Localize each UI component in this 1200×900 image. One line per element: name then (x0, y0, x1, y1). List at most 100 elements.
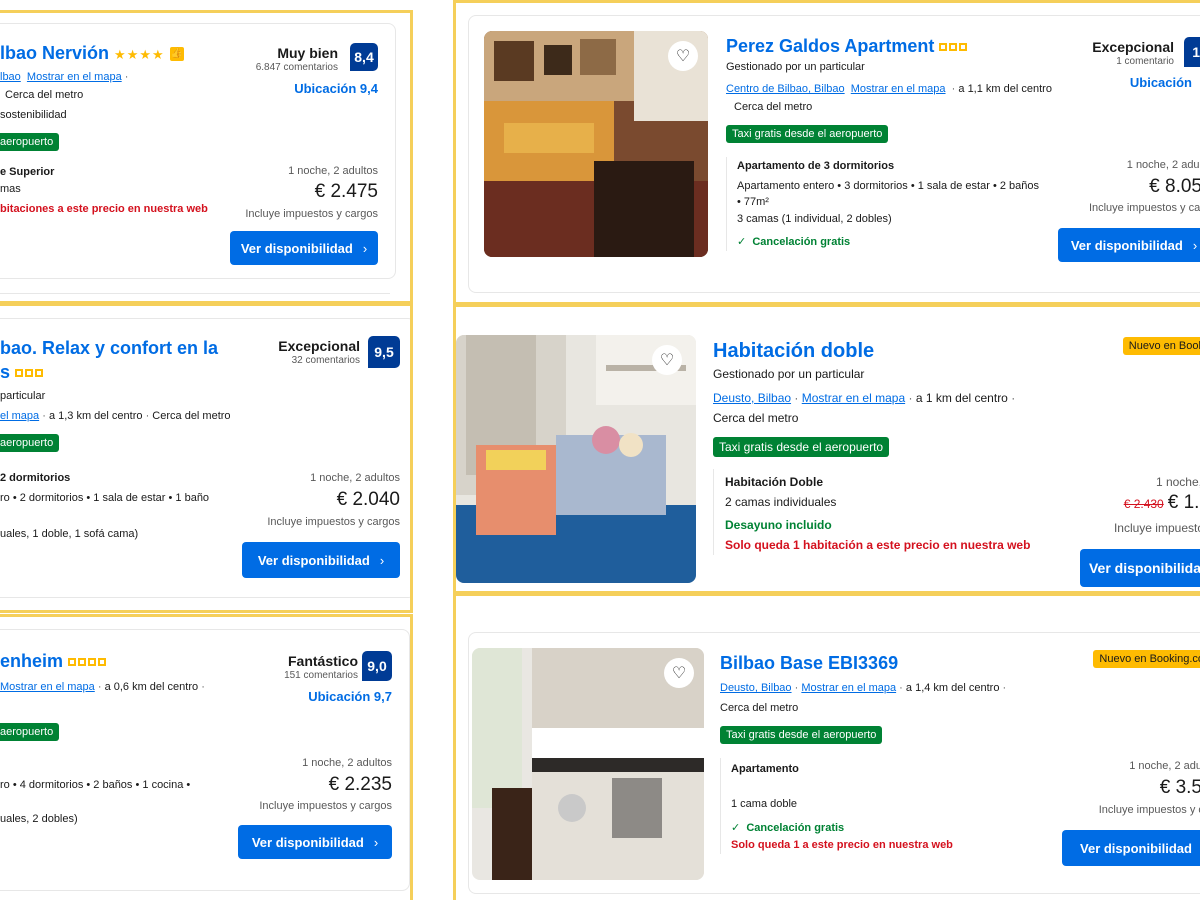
property-photo[interactable]: ♡ (472, 648, 704, 880)
map-link[interactable]: Mostrar en el mapa (802, 391, 905, 405)
availability-button[interactable]: Ver disponibilidad (1062, 830, 1200, 866)
nights-info: 1 noche, 2 adul (1126, 159, 1200, 171)
review-score: 9,5 (368, 336, 400, 368)
availability-button[interactable]: Ver disponibilidad › (242, 542, 400, 578)
room-detail: ro • 4 dormitorios • 2 baños • 1 cocina … (0, 779, 191, 791)
nights-info: 1 noche, 2 adultos (288, 165, 378, 177)
property-photo[interactable]: ♡ (484, 31, 708, 257)
listing-panel-3: enheim Mostrar en el mapa · a 0,6 km del… (0, 614, 413, 900)
apartment-rating-square (25, 369, 34, 378)
heart-icon[interactable]: ♡ (652, 345, 682, 375)
location-links: el mapa · a 1,3 km del centro · Cerca de… (0, 410, 231, 422)
taxes-note: Incluye impuestos y ca (1098, 804, 1200, 816)
city-link[interactable]: Deusto, Bilbao (713, 391, 791, 405)
scarcity-text: bitaciones a este precio en nuestra web (0, 203, 208, 215)
hotel-title[interactable]: Perez Galdos Apartment (726, 36, 969, 57)
heart-icon[interactable]: ♡ (668, 41, 698, 71)
chevron-right-icon: › (373, 834, 379, 850)
location-links: Mostrar en el mapa · a 0,6 km del centro… (0, 681, 205, 693)
map-link[interactable]: Mostrar en el mapa (801, 682, 896, 694)
availability-button[interactable]: Ver disponibilidad › (1058, 228, 1200, 262)
location-links: Deusto, Bilbao · Mostrar en el mapa · a … (713, 391, 1016, 405)
taxi-badge: Taxi gratis desde el aeropuerto (726, 125, 889, 143)
apartment-rating-square (949, 43, 958, 52)
hotel-title[interactable]: Habitación doble (713, 340, 874, 363)
heart-icon[interactable]: ♡ (664, 658, 694, 688)
city-link[interactable]: lbao (0, 71, 21, 83)
metro-text: Cerca del metro (5, 89, 84, 101)
room-name: Habitación Doble (725, 475, 824, 489)
host-text: Gestionado por un particular (726, 61, 865, 73)
location-links: Centro de Bilbao, Bilbao Mostrar en el m… (726, 83, 1052, 95)
chevron-right-icon: › (379, 552, 385, 568)
room-name: Apartamento (731, 763, 799, 775)
chevron-right-icon: › (1192, 237, 1198, 253)
availability-button[interactable]: Ver disponibilidad › (238, 825, 392, 859)
hotel-title-line2[interactable]: s (0, 362, 45, 383)
apartment-rating-square (98, 658, 107, 667)
map-link[interactable]: Mostrar en el mapa (0, 681, 95, 693)
chevron-right-icon: › (362, 240, 368, 256)
availability-button[interactable]: Ver disponibilidad › (230, 231, 378, 265)
map-link[interactable]: el mapa (0, 410, 39, 422)
listing-panel-5: ♡ Habitación doble Gestionado por un par… (453, 304, 1200, 594)
listing-panel-6: ♡ Bilbao Base EBI3369 Deusto, Bilbao · M… (453, 593, 1200, 900)
apartment-rating-square (78, 658, 87, 667)
vertical-divider (726, 157, 727, 251)
rating-word: Muy bien (277, 45, 338, 61)
apartment-rating-square (88, 658, 97, 667)
room-beds: uales, 2 dobles) (0, 813, 78, 825)
hotel-title[interactable]: lbao Nervión ★★★★ 👍 (0, 43, 184, 64)
check-icon: ✓ (731, 822, 741, 834)
hotel-title[interactable]: bao. Relax y confort en la (0, 338, 218, 359)
map-link[interactable]: Mostrar en el mapa (851, 83, 946, 95)
star-rating: ★★★★ (114, 47, 165, 62)
new-on-booking-badge: Nuevo en Booking.co (1093, 650, 1200, 668)
hotel-title[interactable]: Bilbao Base EBI3369 (720, 653, 898, 674)
scarcity-text: Solo queda 1 a este precio en nuestra we… (731, 839, 953, 851)
map-link[interactable]: Mostrar en el mapa (27, 71, 122, 83)
price: € 8.05 (1149, 176, 1200, 197)
scarcity-text: Solo queda 1 habitación a este precio en… (725, 538, 1031, 552)
original-price: € 2.430 (1123, 497, 1164, 511)
taxes-note: Incluye impuestos y carg (1088, 202, 1200, 214)
taxi-badge: aeropuerto (0, 723, 60, 741)
room-beds: 1 cama doble (731, 798, 798, 810)
taxi-badge: aeropuerto (0, 434, 60, 452)
apartment-rating-square (15, 369, 24, 378)
listing-panel-4: ♡ Perez Galdos Apartment Gestionado por … (453, 0, 1200, 305)
vertical-divider (713, 469, 714, 555)
collage-root: lbao Nervión ★★★★ 👍 lbao Mostrar en el m… (0, 0, 1200, 900)
room-detail-2: • 77m² (737, 196, 769, 208)
free-cancellation: ✓ Cancelación gratis (737, 236, 851, 248)
nights-info: 1 noche, (1155, 475, 1200, 489)
taxi-badge: Taxi gratis desde el aeropuerto (713, 437, 890, 457)
free-cancellation: ✓ Cancelación gratis (731, 822, 845, 834)
taxi-badge: aeropuerto (0, 133, 60, 151)
location-score: Ubicación 9,4 (294, 81, 378, 96)
room-name: Apartamento de 3 dormitorios (737, 160, 895, 172)
property-photo[interactable]: ♡ (456, 335, 696, 583)
host-text: particular (0, 390, 46, 402)
check-icon: ✓ (737, 236, 747, 248)
taxi-badge: Taxi gratis desde el aeropuerto (720, 726, 883, 744)
location-links: lbao Mostrar en el mapa · (0, 71, 129, 83)
vertical-divider (720, 758, 721, 854)
review-score: 8,4 (350, 43, 378, 71)
city-link[interactable]: Deusto, Bilbao (720, 682, 792, 694)
city-link[interactable]: Centro de Bilbao, Bilbao (726, 83, 845, 95)
divider (0, 293, 390, 294)
taxes-note: Incluye impuestos y cargos (245, 208, 378, 220)
apartment-rating-square (35, 369, 44, 378)
price: € 3.5 (1159, 777, 1200, 798)
nights-info: 1 noche, 2 adultos (302, 757, 392, 769)
rating-word: Excepcional (278, 338, 360, 354)
rating-count: 32 comentarios (291, 355, 360, 366)
availability-button[interactable]: Ver disponibilida (1080, 549, 1200, 587)
hotel-title[interactable]: enheim (0, 651, 108, 672)
location-score: Ubicación (1129, 75, 1192, 90)
rating-word: Excepcional (1092, 39, 1174, 55)
price: € 2.475 (314, 181, 378, 202)
listing-panel-1: lbao Nervión ★★★★ 👍 lbao Mostrar en el m… (0, 10, 413, 304)
nights-info: 1 noche, 2 adultos (310, 472, 400, 484)
